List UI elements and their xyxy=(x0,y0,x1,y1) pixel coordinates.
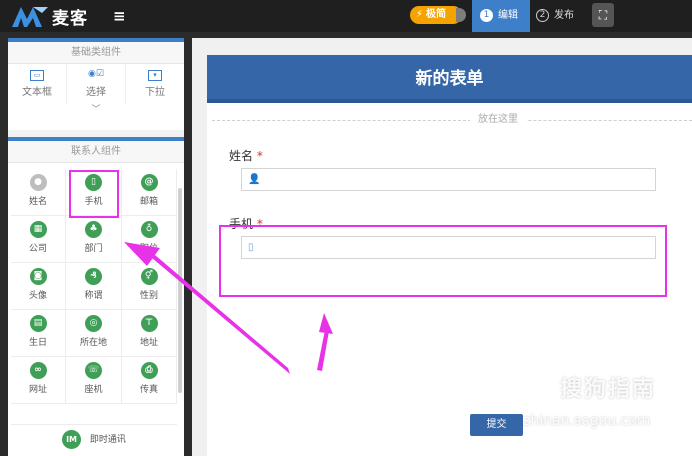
group-title: 联系人组件 xyxy=(8,141,184,163)
component-label: 即时通讯 xyxy=(89,435,126,445)
submit-button[interactable]: 提交 xyxy=(470,414,523,436)
drop-zone[interactable]: 放在这里 xyxy=(212,114,692,126)
component-choice[interactable]: ◉☑ 选择 xyxy=(67,64,126,104)
sogou-logo-icon: S xyxy=(513,368,553,408)
component-phone[interactable]: ☏ 座机 xyxy=(66,357,122,404)
required-mark: * xyxy=(256,149,263,163)
panel-scrollbar[interactable] xyxy=(178,188,182,393)
im-icon: IM xyxy=(62,430,82,449)
hamburger-icon[interactable]: ≡ xyxy=(113,7,126,25)
component-title[interactable]: ₰ 称谓 xyxy=(66,263,122,310)
component-label: 性别 xyxy=(139,291,158,301)
maike-logo-icon xyxy=(12,7,48,27)
component-dropdown[interactable]: ▾ 下拉 xyxy=(126,64,184,104)
component-label: 文本框 xyxy=(22,87,52,98)
component-department[interactable]: ♣ 部门 xyxy=(66,216,122,263)
drop-hint: 放在这里 xyxy=(470,114,526,126)
name-input[interactable]: 👤 xyxy=(241,168,656,191)
component-link[interactable]: ∞ 网址 xyxy=(11,357,66,404)
component-email[interactable]: @ 邮箱 xyxy=(122,169,177,216)
fax-icon: ⎙ xyxy=(140,362,158,379)
pro-mode-label: 极简 xyxy=(426,9,446,20)
component-label: 下拉 xyxy=(145,87,165,98)
company-icon: ▦ xyxy=(29,221,47,238)
component-label: 座机 xyxy=(84,385,103,395)
component-avatar[interactable]: ◙ 头像 xyxy=(11,263,66,310)
component-label: 选择 xyxy=(86,87,106,98)
position-icon: ♁ xyxy=(140,221,158,238)
component-panel: 基础类组件 ▭ 文本框 ◉☑ 选择 ▾ 下拉 ﹀ 联系人组件 ● 姓名 ▯ 手机 @ 邮箱… xyxy=(8,38,184,456)
phone-icon: ☏ xyxy=(85,362,102,379)
user-icon: 👤 xyxy=(248,174,261,185)
watermark-text: 搜狗指南 xyxy=(560,377,657,402)
field-label-text: 姓名 xyxy=(229,149,254,163)
step-edit-tab[interactable]: 1 编辑 xyxy=(472,0,530,32)
component-address[interactable]: ⊤ 地址 xyxy=(122,310,177,357)
email-icon: @ xyxy=(140,174,158,191)
watermark-url: zhinan.sogou.com xyxy=(523,413,651,429)
component-label: 所在地 xyxy=(79,338,107,348)
lightning-icon: ⚡ xyxy=(416,9,424,20)
highlight-box-mobile-component xyxy=(69,170,119,218)
component-fax[interactable]: ⎙ 传真 xyxy=(122,357,177,404)
pro-toggle-knob[interactable] xyxy=(456,8,466,22)
component-im[interactable]: IM 即时通讯 xyxy=(11,424,177,454)
step-number: 1 xyxy=(480,8,493,22)
component-textbox[interactable]: ▭ 文本框 xyxy=(8,64,67,104)
component-label: 网址 xyxy=(28,385,47,395)
step-number: 2 xyxy=(536,8,549,22)
component-user[interactable]: ● 姓名 xyxy=(11,169,66,216)
top-bar: 麦客 ≡ ⚡ 极简 1 编辑 2 发布 ⛶ xyxy=(0,0,692,32)
step-label: 发布 xyxy=(554,10,574,21)
user-icon: ● xyxy=(29,174,47,191)
dropdown-icon: ▾ xyxy=(148,70,162,81)
address-icon: ⊤ xyxy=(140,315,158,332)
group-title: 基础类组件 xyxy=(8,42,184,64)
field-label-name: 姓名 * xyxy=(229,147,263,164)
textbox-icon: ▭ xyxy=(30,70,44,81)
app-logo-text: 麦客 xyxy=(52,9,88,29)
title-icon: ₰ xyxy=(85,268,102,285)
form-title[interactable]: 新的表单 xyxy=(207,55,692,103)
preview-icon[interactable]: ⛶ xyxy=(592,3,614,27)
component-label: 公司 xyxy=(28,244,47,254)
component-label: 地址 xyxy=(139,338,158,348)
location-icon: ◎ xyxy=(85,315,102,332)
basic-components-group: 基础类组件 ▭ 文本框 ◉☑ 选择 ▾ 下拉 ﹀ xyxy=(8,38,184,130)
radio-check-icon: ◉☑ xyxy=(88,69,104,79)
component-label: 称谓 xyxy=(84,291,103,301)
birthday-icon: ▤ xyxy=(29,315,47,332)
component-label: 邮箱 xyxy=(139,197,158,207)
dropzone-divider xyxy=(212,120,692,121)
component-label: 职位 xyxy=(139,244,158,254)
step-publish-tab[interactable]: 2 发布 xyxy=(536,0,586,32)
avatar-icon: ◙ xyxy=(29,268,47,285)
pro-mode-toggle[interactable]: ⚡ 极简 xyxy=(410,6,462,24)
component-gender[interactable]: ⚥ 性别 xyxy=(122,263,177,310)
gender-icon: ⚥ xyxy=(140,268,158,285)
component-label: 生日 xyxy=(28,338,47,348)
component-label: 传真 xyxy=(139,385,158,395)
highlight-box-mobile-field xyxy=(219,225,667,297)
department-icon: ♣ xyxy=(85,221,102,238)
component-birthday[interactable]: ▤ 生日 xyxy=(11,310,66,357)
link-icon: ∞ xyxy=(29,362,47,379)
chevron-down-icon[interactable]: ﹀ xyxy=(8,104,184,118)
step-label: 编辑 xyxy=(498,10,518,21)
basic-components-grid: ▭ 文本框 ◉☑ 选择 ▾ 下拉 xyxy=(8,64,184,104)
component-label: 姓名 xyxy=(28,197,47,207)
component-company[interactable]: ▦ 公司 xyxy=(11,216,66,263)
component-position[interactable]: ♁ 职位 xyxy=(122,216,177,263)
component-location[interactable]: ◎ 所在地 xyxy=(66,310,122,357)
component-label: 部门 xyxy=(84,244,103,254)
component-label: 头像 xyxy=(28,291,47,301)
